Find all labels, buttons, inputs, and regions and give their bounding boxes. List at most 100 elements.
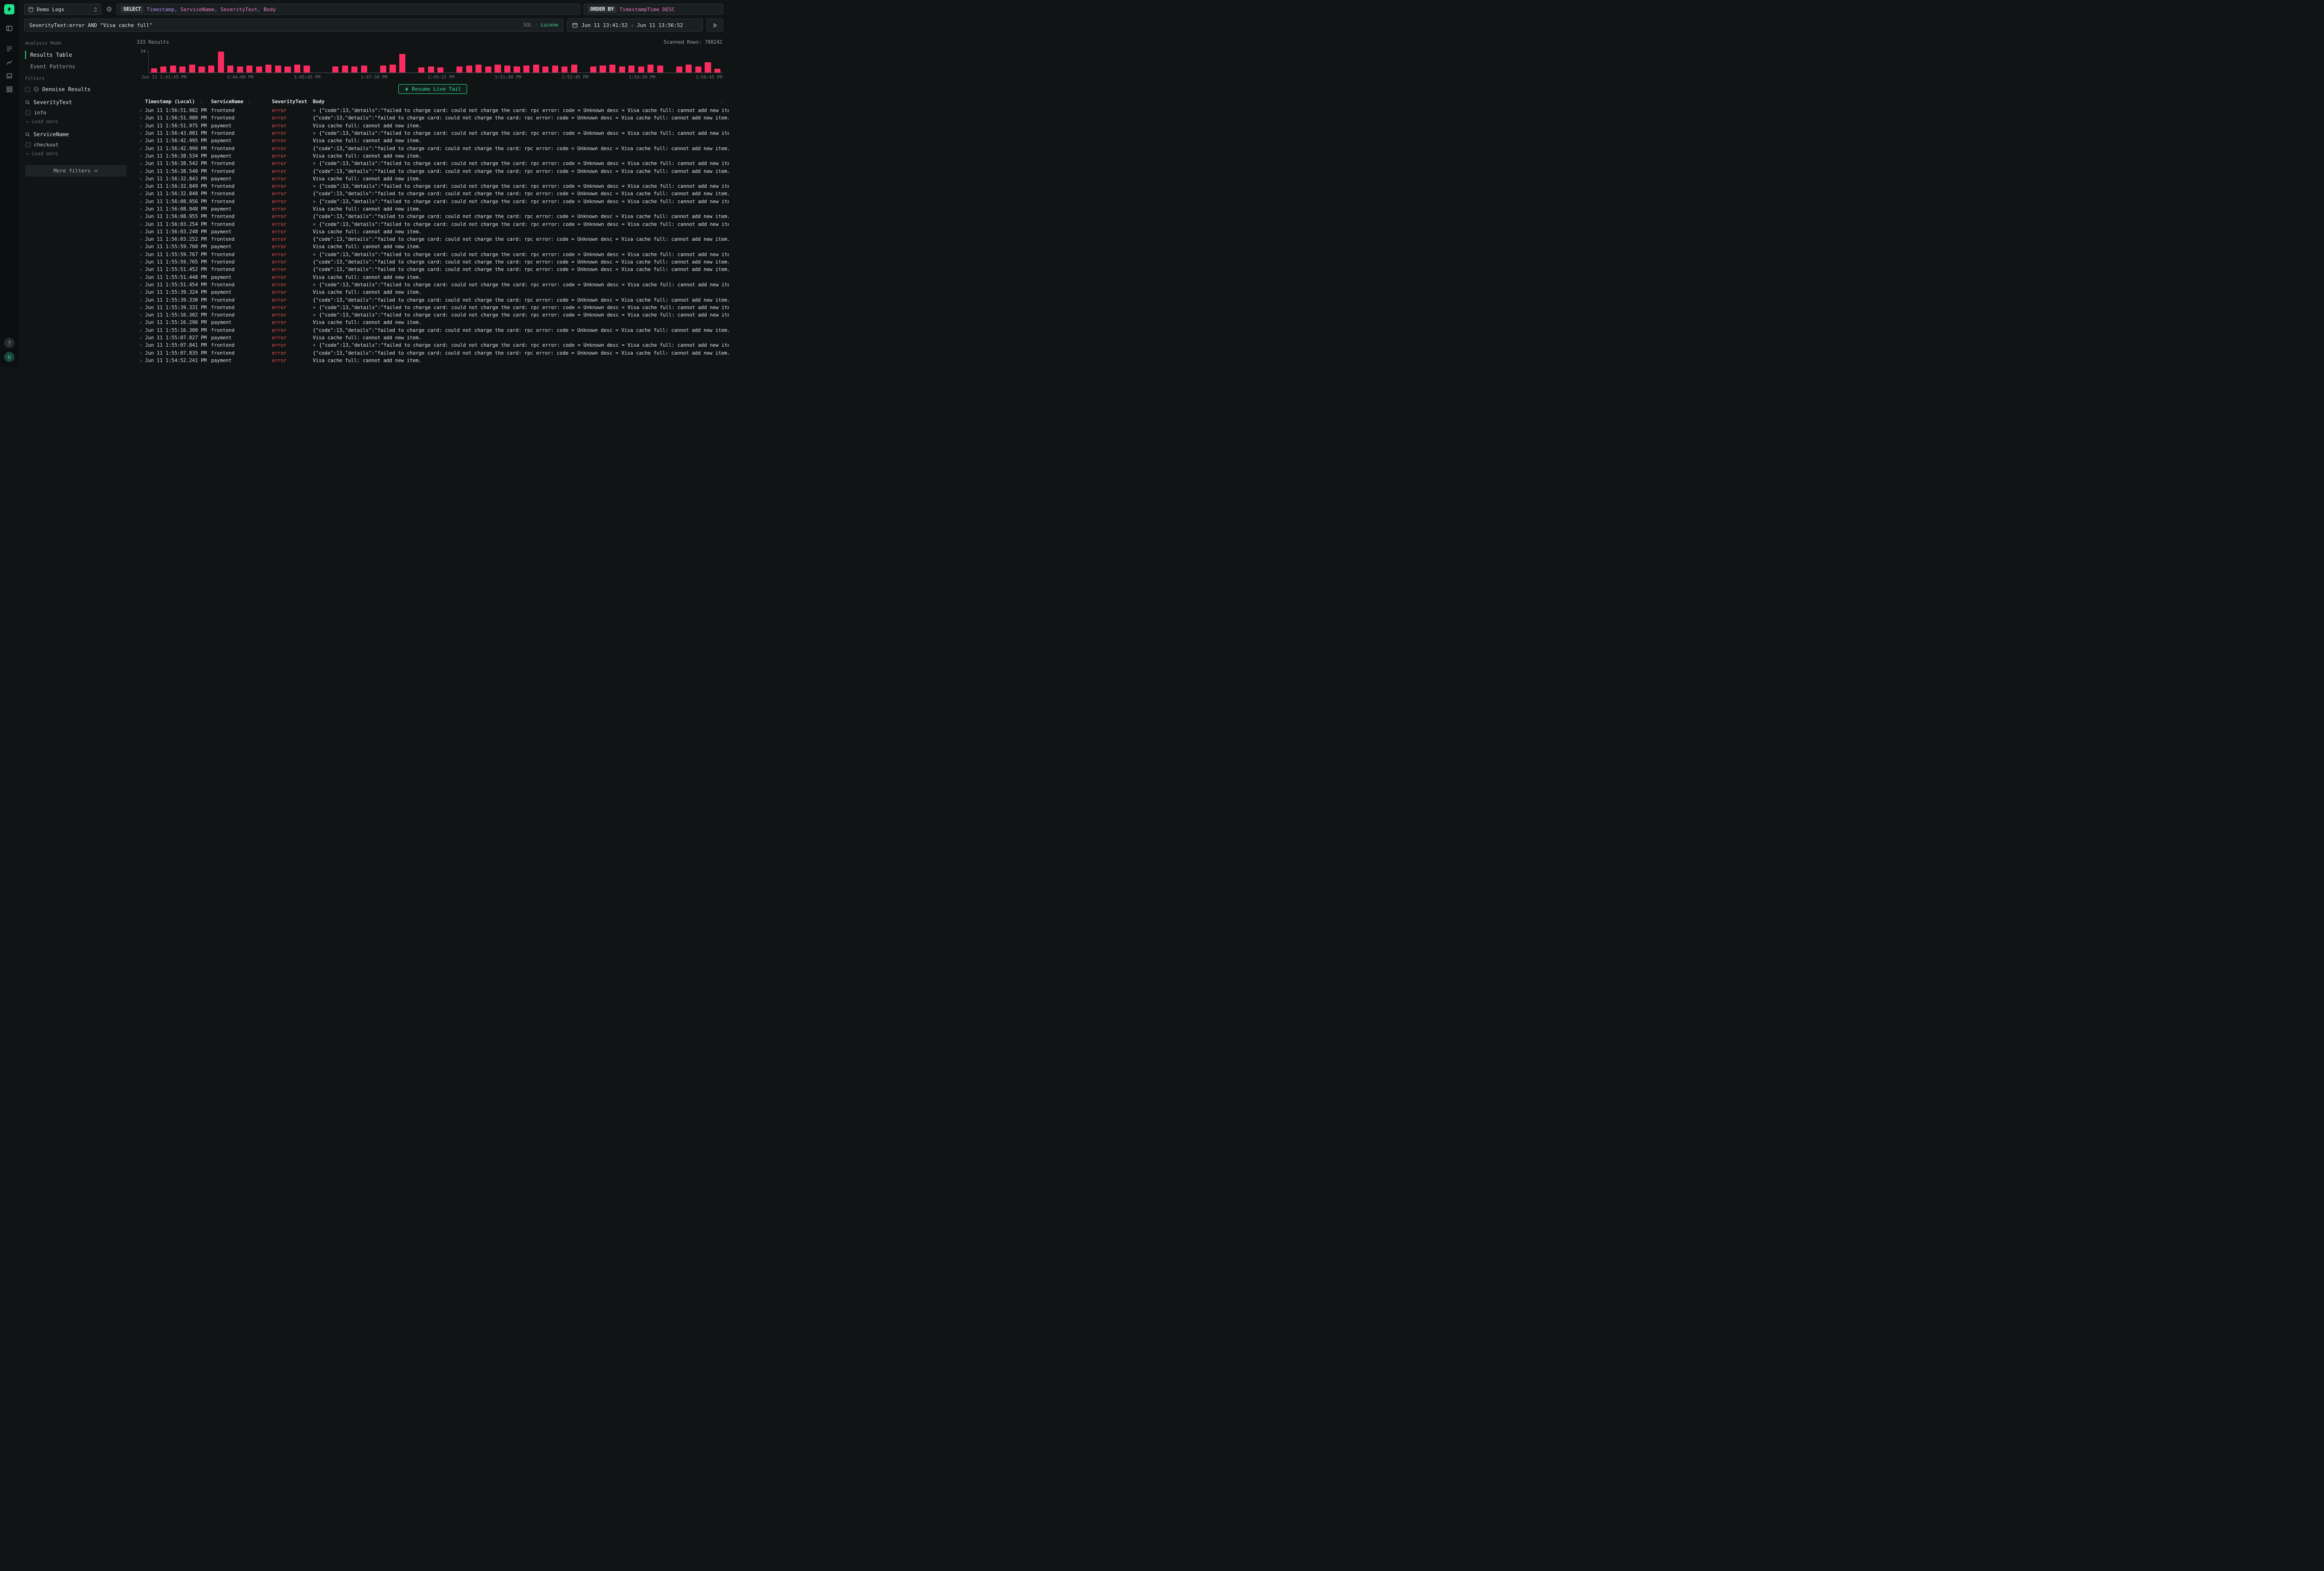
expand-chevron-icon[interactable]: › xyxy=(137,335,145,341)
histogram-bar[interactable] xyxy=(351,66,357,73)
facet-checkbox[interactable] xyxy=(26,110,31,115)
histogram-bar[interactable] xyxy=(218,52,224,73)
expand-chevron-icon[interactable]: › xyxy=(137,229,145,235)
expand-chevron-icon[interactable]: › xyxy=(137,237,145,242)
histogram-bar[interactable] xyxy=(170,66,176,73)
histogram-bar[interactable] xyxy=(514,66,520,73)
search-input[interactable] xyxy=(29,22,520,28)
log-row[interactable]: › Jun 11 1:55:16.300 PM frontend error {… xyxy=(137,327,729,334)
sql-mode-toggle[interactable]: SQL xyxy=(523,22,532,28)
expand-chevron-icon[interactable]: › xyxy=(137,191,145,197)
facet-header[interactable]: SeverityText xyxy=(25,99,126,106)
histogram-bar[interactable] xyxy=(342,66,348,73)
histogram-bar-slot[interactable] xyxy=(426,52,436,73)
log-row[interactable]: › Jun 11 1:55:07.835 PM frontend error {… xyxy=(137,350,729,357)
histogram-bar-slot[interactable] xyxy=(330,52,340,73)
histogram-bar[interactable] xyxy=(619,66,625,73)
histogram-bar-slot[interactable] xyxy=(283,52,293,73)
dashboards-icon[interactable] xyxy=(6,86,13,93)
expand-chevron-icon[interactable]: › xyxy=(137,297,145,303)
log-row[interactable]: › Jun 11 1:56:51.975 PM payment error Vi… xyxy=(137,122,729,130)
log-row[interactable]: › Jun 11 1:55:59.765 PM frontend error {… xyxy=(137,258,729,266)
histogram-bar-slot[interactable] xyxy=(579,52,589,73)
log-row[interactable]: › Jun 11 1:56:08.955 PM frontend error {… xyxy=(137,213,729,220)
histogram-bar-slot[interactable] xyxy=(369,52,379,73)
histogram-bar-slot[interactable] xyxy=(713,52,722,73)
histogram-bar-slot[interactable] xyxy=(655,52,665,73)
log-row[interactable]: › Jun 11 1:56:08.956 PM frontend error ×… xyxy=(137,198,729,205)
collapse-panel-icon[interactable] xyxy=(6,25,13,32)
column-menu-icon[interactable]: ⋮ xyxy=(247,99,252,105)
histogram-bar-slot[interactable] xyxy=(674,52,684,73)
histogram-bar-slot[interactable] xyxy=(512,52,522,73)
histogram-bar-slot[interactable] xyxy=(474,52,484,73)
mode-results-table[interactable]: Results Table xyxy=(25,51,126,59)
histogram-bar[interactable] xyxy=(638,66,644,73)
log-row[interactable]: › Jun 11 1:56:38.542 PM frontend error ×… xyxy=(137,160,729,167)
histogram-bar-slot[interactable] xyxy=(436,52,445,73)
histogram-bar-slot[interactable] xyxy=(693,52,703,73)
histogram-bar[interactable] xyxy=(456,66,462,73)
settings-gear-icon[interactable]: ⚙ xyxy=(105,6,113,13)
histogram-bar[interactable] xyxy=(647,65,654,73)
expand-chevron-icon[interactable]: › xyxy=(137,244,145,250)
histogram-bar[interactable] xyxy=(571,65,577,73)
expand-chevron-icon[interactable]: › xyxy=(137,184,145,189)
expand-chevron-icon[interactable]: › xyxy=(137,161,145,166)
histogram-bar-slot[interactable] xyxy=(350,52,359,73)
facet-option-checkout[interactable]: checkout xyxy=(26,142,126,148)
histogram-bar[interactable] xyxy=(151,68,157,73)
histogram-bar-slot[interactable] xyxy=(168,52,178,73)
histogram-bar-slot[interactable] xyxy=(598,52,608,73)
expand-chevron-icon[interactable]: › xyxy=(137,312,145,318)
histogram-bar[interactable] xyxy=(475,65,482,73)
histogram-bar-slot[interactable] xyxy=(607,52,617,73)
histogram-bar[interactable] xyxy=(275,66,281,73)
histogram-bar[interactable] xyxy=(686,65,692,73)
histogram-bar-slot[interactable] xyxy=(302,52,312,73)
facet-checkbox[interactable] xyxy=(26,142,31,147)
log-row[interactable]: › Jun 11 1:55:59.767 PM frontend error ×… xyxy=(137,251,729,258)
histogram-bar-slot[interactable] xyxy=(216,52,226,73)
expand-chevron-icon[interactable]: › xyxy=(137,275,145,280)
histogram-bar[interactable] xyxy=(609,65,615,73)
histogram-bar[interactable] xyxy=(256,66,262,73)
more-filters-button[interactable]: More filters xyxy=(25,165,126,177)
histogram-bar[interactable] xyxy=(399,54,405,73)
histogram-bar[interactable] xyxy=(390,65,396,73)
load-more-button[interactable]: Load more xyxy=(26,151,126,157)
sessions-icon[interactable] xyxy=(6,72,13,79)
search-bar[interactable]: SQL | Lucene xyxy=(24,19,563,32)
log-row[interactable]: › Jun 11 1:56:08.948 PM payment error Vi… xyxy=(137,205,729,213)
histogram-bar-slot[interactable] xyxy=(159,52,169,73)
histogram-bar-slot[interactable] xyxy=(149,52,159,73)
log-row[interactable]: › Jun 11 1:55:07.827 PM payment error Vi… xyxy=(137,334,729,342)
histogram-bar[interactable] xyxy=(189,65,195,73)
histogram-bar-slot[interactable] xyxy=(646,52,655,73)
histogram-bar[interactable] xyxy=(304,66,310,73)
histogram-bar-slot[interactable] xyxy=(254,52,264,73)
logs-search-icon[interactable] xyxy=(6,45,13,53)
histogram-bar-slot[interactable] xyxy=(407,52,417,73)
histogram-bar[interactable] xyxy=(485,66,491,73)
expand-chevron-icon[interactable]: › xyxy=(137,115,145,121)
histogram-bar-slot[interactable] xyxy=(703,52,713,73)
histogram-bar[interactable] xyxy=(380,66,386,73)
column-menu-icon[interactable]: ⋮ xyxy=(198,99,204,105)
log-row[interactable]: › Jun 11 1:56:32.849 PM frontend error ×… xyxy=(137,183,729,190)
expand-chevron-icon[interactable]: › xyxy=(137,343,145,348)
data-source-select[interactable]: Demo Logs xyxy=(24,4,101,15)
histogram-bar-slot[interactable] xyxy=(531,52,541,73)
histogram-bar-slot[interactable] xyxy=(321,52,331,73)
expand-chevron-icon[interactable]: › xyxy=(137,138,145,144)
log-row[interactable]: › Jun 11 1:56:42.999 PM frontend error {… xyxy=(137,145,729,152)
histogram-bar-slot[interactable] xyxy=(445,52,455,73)
expand-chevron-icon[interactable]: › xyxy=(137,328,145,333)
log-row[interactable]: › Jun 11 1:55:16.302 PM frontend error ×… xyxy=(137,311,729,319)
column-header-severitytext[interactable]: SeverityText xyxy=(272,99,313,105)
chart-explorer-icon[interactable] xyxy=(6,59,13,66)
log-row[interactable]: › Jun 11 1:55:51.448 PM payment error Vi… xyxy=(137,274,729,281)
log-row[interactable]: › Jun 11 1:55:16.296 PM payment error Vi… xyxy=(137,319,729,326)
histogram-bar[interactable] xyxy=(160,66,166,73)
expand-chevron-icon[interactable]: › xyxy=(137,358,145,363)
